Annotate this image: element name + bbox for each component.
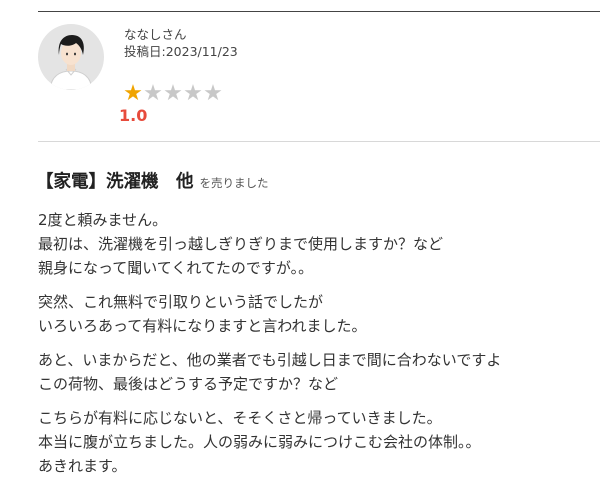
review-text-line: 2度と頼みません。 bbox=[38, 211, 168, 229]
review-text-line: あと、いまからだと、他の業者でも引越し日まで間に合わないですよ bbox=[38, 351, 502, 369]
user-avatar-icon bbox=[49, 35, 93, 90]
review-title-text: 【家電】洗濯機 他 bbox=[36, 172, 194, 192]
review-text-line: 本当に腹が立ちました。人の弱みに弱みにつけこむ会社の体制。。 bbox=[38, 433, 481, 451]
star-rating: ★★★★★ bbox=[123, 83, 223, 105]
review-text-line: この荷物、最後はどうする予定ですか？など bbox=[38, 375, 339, 393]
review-paragraph: こちらが有料に応じないと、そそくさと帰っていきました。本当に腹が立ちました。人の… bbox=[38, 406, 598, 478]
review-text-line: いろいろあって有料になりますと言われました。 bbox=[38, 317, 367, 335]
review-text-line: あきれます。 bbox=[38, 457, 127, 475]
section-divider bbox=[38, 141, 600, 142]
review-text-line: 突然、これ無料で引取りという話でしたが bbox=[38, 293, 324, 311]
review-text-line: 親身になって聞いてくれてたのですが。。 bbox=[38, 259, 314, 277]
rating-score: 1.0 bbox=[119, 106, 148, 125]
review-title: 【家電】洗濯機 他を売りました bbox=[36, 171, 269, 194]
star-empty-icon: ★ bbox=[143, 81, 163, 106]
review-title-suffix: を売りました bbox=[199, 176, 269, 190]
star-empty-icon: ★ bbox=[183, 81, 203, 106]
review-text-line: こちらが有料に応じないと、そそくさと帰っていきました。 bbox=[38, 409, 442, 427]
review-paragraph: 2度と頼みません。最初は、洗濯機を引っ越しぎりぎりまで使用しますか？など 親身にな… bbox=[38, 208, 598, 280]
star-empty-icon: ★ bbox=[203, 81, 223, 106]
review-body: 2度と頼みません。最初は、洗濯機を引っ越しぎりぎりまで使用しますか？など 親身にな… bbox=[38, 208, 598, 488]
top-divider bbox=[38, 11, 600, 12]
star-empty-icon: ★ bbox=[163, 81, 183, 106]
review-paragraph: 突然、これ無料で引取りという話でしたがいろいろあって有料になりますと言われました… bbox=[38, 290, 598, 338]
review-paragraph: あと、いまからだと、他の業者でも引越し日まで間に合わないですよ この荷物、最後はど… bbox=[38, 348, 598, 396]
star-filled-icon: ★ bbox=[123, 81, 143, 106]
reviewer-name: ななしさん bbox=[124, 27, 187, 42]
post-date: 投稿日:2023/11/23 bbox=[124, 44, 238, 59]
review-text-line: 最初は、洗濯機を引っ越しぎりぎりまで使用しますか？など bbox=[38, 235, 444, 253]
avatar bbox=[38, 24, 104, 90]
